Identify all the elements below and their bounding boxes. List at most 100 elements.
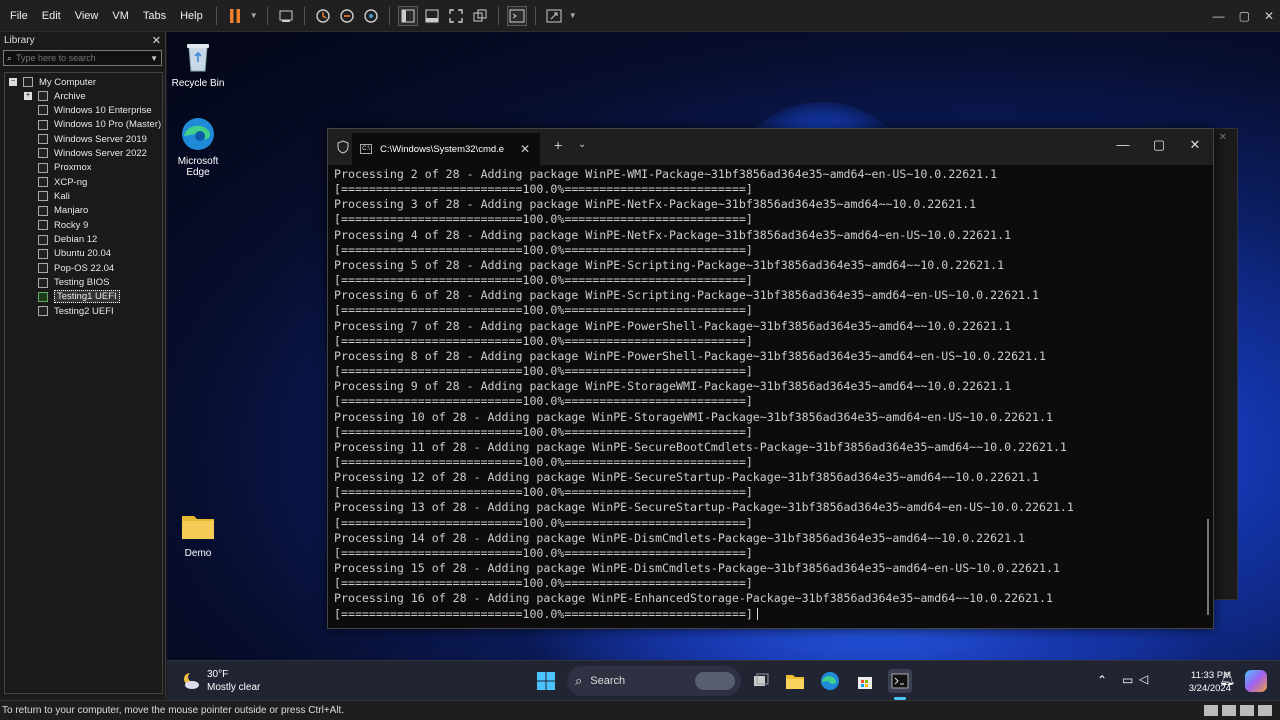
terminal-tab[interactable]: C:\ C:\Windows\System32\cmd.e ✕ — [352, 133, 540, 165]
library-header: Library ✕ — [0, 32, 165, 48]
volume-icon[interactable]: ◁ — [1139, 672, 1148, 686]
store-icon[interactable] — [853, 669, 877, 693]
menu-vm[interactable]: VM — [105, 10, 136, 22]
terminal-line: [==========================100.0%=======… — [334, 242, 753, 257]
library-search[interactable]: ⌕ ▼ — [3, 50, 162, 66]
tree-item[interactable]: Testing2 UEFI — [38, 304, 114, 318]
pause-dropdown-icon[interactable]: ▼ — [249, 6, 259, 26]
background-window-close-icon[interactable]: ✕ — [1219, 132, 1227, 143]
tab-dropdown-icon[interactable]: ⌄ — [578, 139, 586, 150]
tree-item[interactable]: Testing1 UEFI — [38, 290, 120, 304]
terminal-output[interactable]: Processing 2 of 28 - Adding package WinP… — [334, 167, 1202, 627]
device-icon[interactable] — [1222, 705, 1236, 716]
expand-icon[interactable]: + — [24, 92, 32, 100]
network-icon[interactable]: ▭ — [1122, 673, 1133, 687]
show-library-icon[interactable] — [397, 5, 418, 26]
desktop-icon-label: Recycle Bin — [171, 78, 225, 89]
tree-label: Pop-OS 22.04 — [54, 262, 115, 274]
close-library-icon[interactable]: ✕ — [152, 34, 161, 47]
collapse-icon[interactable]: − — [9, 78, 17, 86]
tree-item[interactable]: Rocky 9 — [38, 218, 88, 232]
terminal-taskbar-icon[interactable] — [888, 669, 912, 693]
thumbnail-bar-icon[interactable] — [422, 6, 442, 26]
maximize-app-icon[interactable]: ▢ — [1239, 9, 1250, 23]
tree-item[interactable]: Windows 10 Pro (Master) — [38, 118, 161, 132]
library-panel: Library ✕ ⌕ ▼ − My Computer + Archive Window… — [0, 32, 166, 698]
vm-running-icon — [38, 291, 48, 302]
tree-item[interactable]: Testing BIOS — [38, 276, 109, 290]
menu-edit[interactable]: Edit — [35, 10, 68, 22]
desktop-icon-edge[interactable]: Microsoft Edge — [167, 116, 229, 178]
device-icon[interactable] — [1204, 705, 1218, 716]
weather-temp: 30°F — [207, 669, 229, 680]
tree-item[interactable]: Ubuntu 20.04 — [38, 247, 111, 261]
stretch-dropdown-icon[interactable]: ▼ — [568, 6, 578, 26]
unity-icon[interactable] — [470, 6, 490, 26]
desktop-icon-demo[interactable]: Demo — [167, 508, 229, 559]
maximize-icon[interactable]: ▢ — [1149, 137, 1169, 153]
start-icon[interactable] — [534, 669, 558, 693]
menu-file[interactable]: File — [3, 10, 35, 22]
console-view-icon[interactable] — [506, 5, 527, 26]
library-search-input[interactable] — [16, 53, 137, 63]
search-dropdown-icon[interactable]: ▼ — [150, 54, 158, 63]
close-tab-icon[interactable]: ✕ — [520, 142, 530, 156]
search-icon: ⌕ — [575, 673, 583, 688]
send-keys-icon[interactable] — [276, 6, 296, 26]
file-explorer-icon[interactable] — [783, 669, 807, 693]
weather-widget[interactable]: 30°F Mostly clear — [181, 668, 260, 694]
search-icon: ⌕ — [7, 52, 13, 63]
copilot-icon[interactable] — [1245, 670, 1267, 692]
device-icon[interactable] — [1258, 705, 1272, 716]
edge-taskbar-icon[interactable] — [818, 669, 842, 693]
tree-root-my-computer[interactable]: − My Computer — [9, 75, 96, 89]
tree-item[interactable]: Windows Server 2019 — [38, 132, 147, 146]
tree-item[interactable]: Pop-OS 22.04 — [38, 261, 114, 275]
snapshot-icon[interactable] — [313, 6, 333, 26]
menu-bar: File Edit View VM Tabs Help ▼ ▼ — ▢ ✕ — [0, 0, 1280, 32]
pause-icon[interactable] — [225, 6, 245, 26]
terminal-line: [==========================100.0%=======… — [334, 273, 753, 288]
terminal-window[interactable]: C:\ C:\Windows\System32\cmd.e ✕ + ⌄ — ▢ … — [327, 128, 1214, 629]
tree-item[interactable]: + Archive — [24, 89, 86, 103]
new-tab-icon[interactable]: + — [554, 137, 562, 153]
minimize-icon[interactable]: — — [1113, 137, 1133, 152]
tree-item[interactable]: XCP-ng — [38, 175, 87, 189]
snapshot-manager-icon[interactable] — [361, 6, 381, 26]
device-icon[interactable] — [1240, 705, 1254, 716]
terminal-line: Processing 9 of 28 - Adding package WinP… — [334, 379, 1012, 394]
menu-help[interactable]: Help — [173, 10, 210, 22]
terminal-scrollbar[interactable] — [1207, 519, 1209, 615]
desktop-icon-recycle-bin[interactable]: Recycle Bin — [167, 38, 229, 89]
vm-icon — [38, 220, 48, 231]
menu-tabs[interactable]: Tabs — [136, 10, 173, 22]
toolbar-separator — [388, 6, 390, 25]
task-view-icon[interactable] — [749, 669, 773, 693]
library-tree: − My Computer + Archive Windows 10 Enterpris… — [4, 72, 163, 694]
fullscreen-icon[interactable] — [446, 6, 466, 26]
vm-icon — [38, 177, 48, 188]
background-window[interactable]: ✕ — [1210, 128, 1238, 600]
close-app-icon[interactable]: ✕ — [1264, 9, 1274, 23]
taskbar-search[interactable]: ⌕ Search — [567, 666, 741, 696]
revert-snapshot-icon[interactable] — [337, 6, 357, 26]
taskbar-search-label: Search — [590, 675, 626, 687]
terminal-line: [==========================100.0%=======… — [334, 182, 753, 197]
vm-icon — [38, 162, 48, 173]
tree-label: Windows Server 2019 — [54, 133, 147, 145]
recycle-bin-icon — [187, 44, 209, 72]
tree-item[interactable]: Windows 10 Enterprise — [38, 103, 152, 117]
tree-item[interactable]: Windows Server 2022 — [38, 146, 147, 160]
tree-item[interactable]: Debian 12 — [38, 233, 97, 247]
menu-view[interactable]: View — [68, 10, 106, 22]
notification-bell-icon[interactable]: 🔔︎ — [1219, 671, 1236, 687]
tree-item[interactable]: Kali — [38, 189, 70, 203]
close-icon[interactable]: ✕ — [1185, 137, 1205, 153]
vm-icon — [38, 205, 48, 216]
chevron-up-icon[interactable]: ⌃ — [1097, 673, 1107, 687]
minimize-app-icon[interactable]: — — [1213, 9, 1225, 23]
tree-item[interactable]: Manjaro — [38, 204, 88, 218]
stretch-guest-icon[interactable] — [544, 6, 564, 26]
terminal-titlebar[interactable]: C:\ C:\Windows\System32\cmd.e ✕ + ⌄ — ▢ … — [328, 129, 1213, 165]
tree-item[interactable]: Proxmox — [38, 161, 91, 175]
